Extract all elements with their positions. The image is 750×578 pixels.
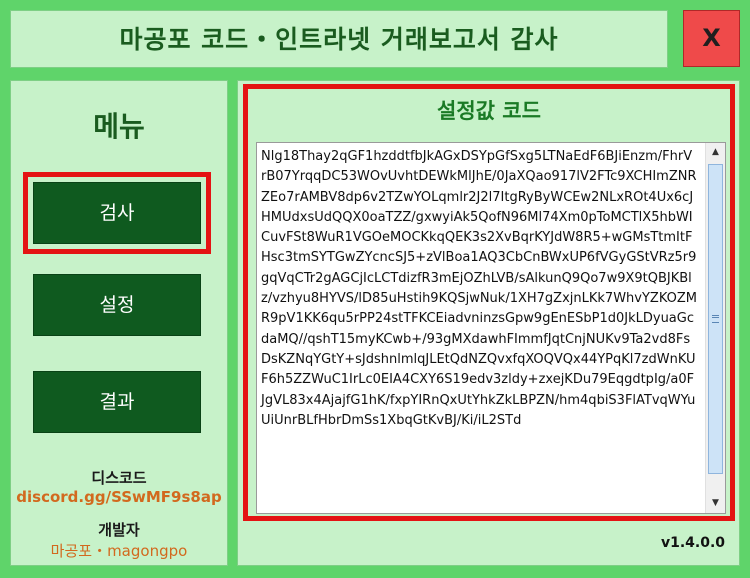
title-bar: 마공포 코드・인트라넷 거래보고서 감사 — [10, 10, 668, 68]
sidebar: 메뉴 검사 설정 결과 디스코드 discord.gg/SSwMF9s8ap 개… — [10, 80, 228, 566]
code-text[interactable]: Nlg18Thay2qGF1hzddtfbJkAGxDSYpGfSxg5LTNa… — [261, 147, 697, 431]
app-window: 마공포 코드・인트라넷 거래보고서 감사 X 메뉴 검사 설정 결과 디스코드 … — [0, 0, 750, 578]
close-button[interactable]: X — [683, 10, 740, 67]
settings-button[interactable]: 설정 — [33, 274, 201, 336]
inspect-button[interactable]: 검사 — [23, 172, 211, 254]
window-title: 마공포 코드・인트라넷 거래보고서 감사 — [119, 25, 559, 54]
grip-line — [712, 317, 719, 318]
code-textbox[interactable]: Nlg18Thay2qGF1hzddtfbJkAGxDSYpGfSxg5LTNa… — [256, 142, 726, 514]
scroll-up-icon[interactable]: ▲ — [707, 144, 724, 161]
main-panel: 설정값 코드 Nlg18Thay2qGF1hzddtfbJkAGxDSYpGfS… — [237, 80, 740, 566]
code-panel: 설정값 코드 Nlg18Thay2qGF1hzddtfbJkAGxDSYpGfS… — [243, 84, 735, 521]
vertical-scrollbar[interactable]: ▲ ▼ — [705, 143, 725, 513]
developer-label: 개발자 — [98, 521, 140, 539]
scroll-down-icon[interactable]: ▼ — [707, 495, 724, 512]
developer-name: 마공포・magongpo — [50, 542, 188, 560]
scroll-thumb[interactable] — [708, 164, 723, 474]
menu-title: 메뉴 — [93, 110, 145, 143]
discord-link[interactable]: discord.gg/SSwMF9s8ap — [11, 488, 227, 506]
version-label: v1.4.0.0 — [660, 535, 725, 551]
discord-label: 디스코드 — [91, 469, 147, 487]
code-panel-title: 설정값 코드 — [437, 99, 541, 123]
results-button[interactable]: 결과 — [33, 371, 201, 433]
